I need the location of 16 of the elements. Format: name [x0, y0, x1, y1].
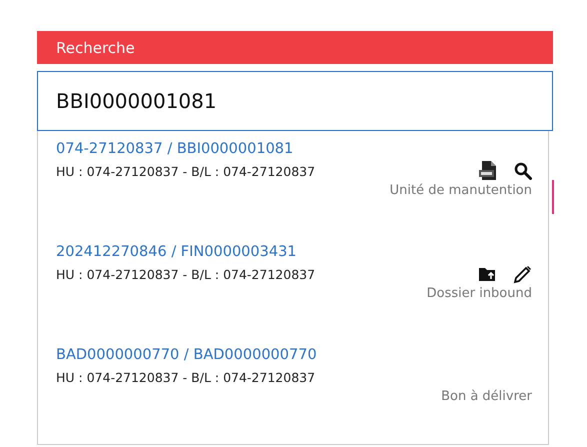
result-type: Unité de manutention [390, 183, 532, 198]
result-detail: HU : 074-27120837 - B/L : 074-27120837 [56, 164, 316, 178]
search-header: Recherche [37, 31, 553, 64]
result-type: Dossier inbound [426, 286, 532, 301]
result-title[interactable]: BAD0000000770 / BAD0000000770 [56, 347, 532, 363]
result-detail: HU : 074-27120837 - B/L : 074-27120837 [56, 266, 316, 282]
search-icon[interactable] [514, 162, 532, 180]
result-title[interactable]: 074-27120837 / BBI0000001081 [56, 141, 532, 157]
result-type: Bon à délivrer [441, 389, 532, 404]
folder-upload-icon[interactable] [479, 267, 496, 281]
result-title[interactable]: 202412270846 / FIN0000003431 [56, 244, 532, 260]
search-field[interactable]: BBI0000001081 [37, 71, 553, 131]
result-detail: HU : 074-27120837 - B/L : 074-27120837 [56, 370, 316, 384]
accent-bar [552, 180, 554, 214]
edit-icon[interactable] [513, 264, 532, 284]
pdf-file-icon[interactable] [479, 161, 497, 181]
